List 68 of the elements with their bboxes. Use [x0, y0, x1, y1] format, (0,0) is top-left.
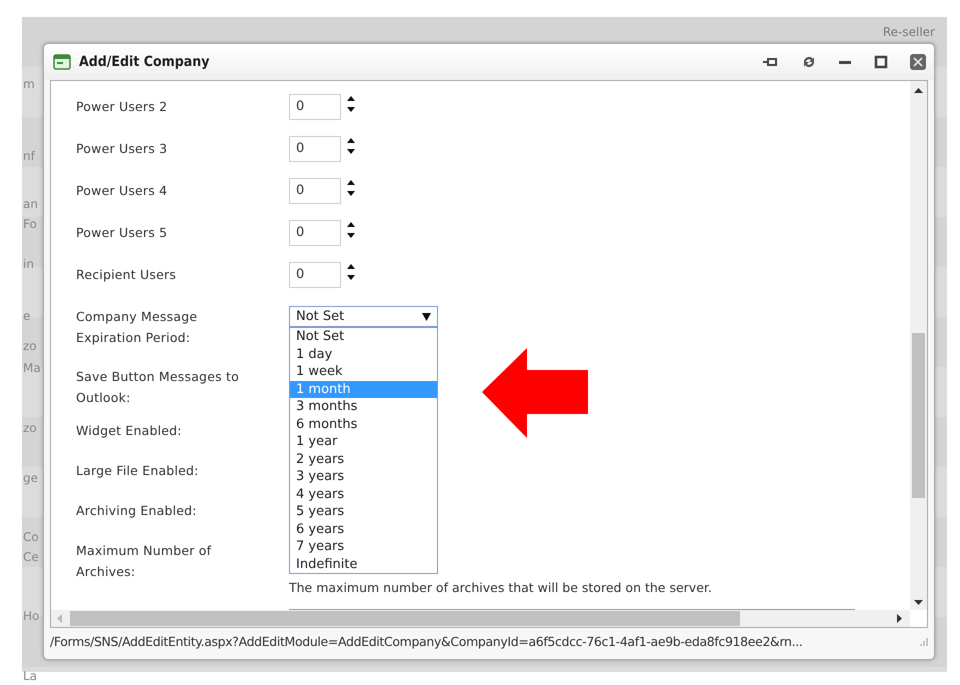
maximize-icon[interactable]: [874, 55, 888, 69]
scrollbar-thumb[interactable]: [912, 333, 925, 498]
close-icon[interactable]: [910, 54, 926, 70]
number-field[interactable]: 0: [289, 220, 341, 246]
dropdown-field[interactable]: Not Set: [289, 306, 438, 327]
field-label: Power Users 4: [76, 182, 168, 200]
table-cell: e: [23, 309, 30, 323]
dropdown-option[interactable]: 3 months: [290, 398, 437, 416]
field-label: Recipient Users: [76, 266, 178, 284]
field-label: Large File Enabled:: [76, 462, 200, 480]
dropdown-option[interactable]: 4 years: [290, 486, 437, 503]
spinner-arrows-icon[interactable]: [346, 179, 356, 197]
number-field[interactable]: 0: [289, 262, 341, 288]
vertical-scrollbar[interactable]: [910, 81, 927, 610]
table-cell: Ce: [23, 550, 39, 564]
table-cell: in: [23, 257, 34, 271]
table-cell: m: [23, 77, 35, 91]
pin-icon[interactable]: [762, 56, 780, 68]
refresh-icon[interactable]: [802, 55, 816, 69]
status-url: /Forms/SNS/AddEditEntity.aspx?AddEditModule=AddEditCompany&CompanyId=a6f5cdcc-76c1-4af1-ae9b-eda8fc918ee2&rn...: [50, 634, 802, 649]
dropdown-option[interactable]: 6 months: [290, 416, 437, 433]
horizontal-scrollbar[interactable]: [51, 610, 910, 627]
resize-grip-icon: [918, 636, 928, 646]
field-label: Maximum Number of Archives:: [76, 542, 212, 581]
dropdown-option[interactable]: Indefinite: [290, 556, 437, 573]
dropdown-option[interactable]: 5 years: [290, 503, 437, 520]
table-cell: ge: [23, 471, 38, 485]
table-cell: Ma: [23, 361, 41, 375]
field-label: Widget Enabled:: [76, 422, 183, 440]
window-icon: [53, 54, 71, 70]
table-cell: La: [23, 669, 38, 683]
field-label: Power Users 2: [76, 98, 168, 116]
dropdown-option[interactable]: 1 day: [290, 346, 437, 363]
help-text: The maximum number of archives that will be stored on the server.: [289, 580, 712, 596]
dropdown-option[interactable]: 3 years: [290, 468, 437, 486]
dropdown-option[interactable]: 7 years: [290, 538, 437, 556]
spinner-arrows-icon[interactable]: [346, 95, 356, 113]
dropdown-option[interactable]: 2 years: [290, 450, 437, 468]
number-field[interactable]: 0: [289, 136, 341, 162]
spinner-arrows-icon[interactable]: [346, 221, 356, 239]
scroll-up-icon: [914, 88, 923, 93]
table-cell: Fo: [23, 217, 37, 231]
scroll-down-icon: [914, 600, 923, 605]
spinner-arrows-icon[interactable]: [346, 137, 356, 155]
table-cell: zo: [23, 339, 37, 353]
table-cell: an: [23, 197, 38, 211]
dropdown-option[interactable]: 1 year: [290, 433, 437, 450]
field-label: Power Users 3: [76, 140, 168, 158]
field-label: Company Message Expiration Period:: [76, 308, 198, 347]
scroll-left-icon: [57, 614, 62, 623]
field-label: Save Button Messages to Outlook:: [76, 368, 240, 407]
table-cell: zo: [23, 421, 37, 435]
field-label: Archiving Enabled:: [76, 502, 198, 520]
dropdown-option[interactable]: 1 week: [290, 363, 437, 380]
number-field[interactable]: 0: [289, 178, 341, 204]
dropdown-option[interactable]: 6 years: [290, 520, 437, 538]
scroll-right-icon: [897, 614, 902, 623]
scrollbar-thumb[interactable]: [70, 611, 740, 626]
number-field[interactable]: 0: [289, 94, 341, 120]
spinner-arrows-icon[interactable]: [346, 263, 356, 281]
column-header: Re-seller: [882, 25, 935, 39]
dropdown-option[interactable]: Not Set: [290, 328, 437, 346]
caret-icon: [422, 312, 431, 320]
table-cell: nf: [23, 149, 35, 163]
table-cell: Co: [23, 530, 39, 544]
window-title: Add/Edit Company: [79, 54, 210, 70]
table-cell: Ho: [23, 609, 40, 623]
field-label: Power Users 5: [76, 224, 168, 242]
